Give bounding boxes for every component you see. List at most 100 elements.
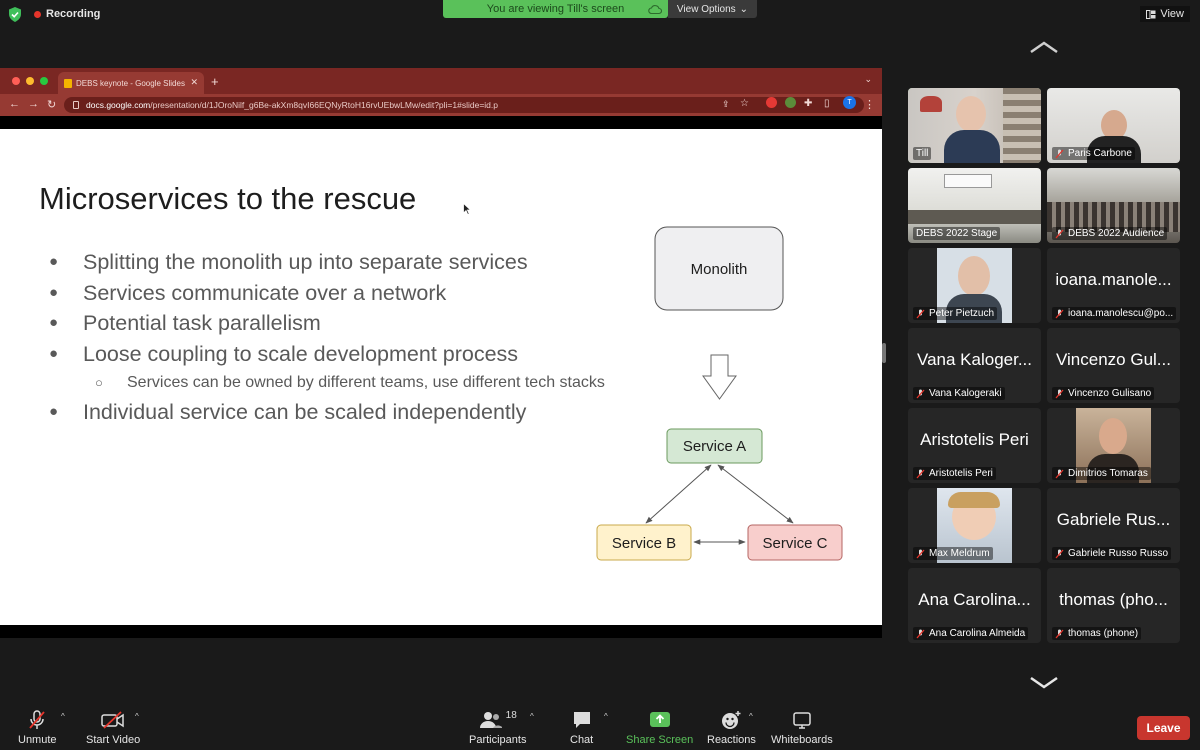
video-tile[interactable]: Till [908, 88, 1041, 163]
mic-off-icon [1055, 629, 1064, 638]
side-panel-icon[interactable]: ▯ [824, 98, 830, 109]
close-tab-icon[interactable]: ✕ [190, 77, 198, 88]
resize-handle[interactable] [882, 343, 886, 363]
video-tile[interactable]: DEBS 2022 Stage [908, 168, 1041, 243]
audio-options-caret-icon[interactable]: ^ [61, 712, 65, 721]
video-tile[interactable]: Aristotelis Peri Aristotelis Peri [908, 408, 1041, 483]
presentation-slide: Microservices to the rescue Splitting th… [0, 129, 882, 625]
browser-tab-bar: DEBS keynote - Google Slides ✕ + ⌄ [0, 68, 882, 94]
video-tile[interactable]: DEBS 2022 Audience [1047, 168, 1180, 243]
chevron-up-icon[interactable] [1029, 40, 1059, 54]
participant-name: DEBS 2022 Audience [1052, 227, 1168, 240]
url-host: docs.google.com [86, 100, 151, 110]
chat-label: Chat [570, 734, 594, 746]
grid-view-icon [1146, 9, 1156, 19]
participant-name: Max Meldrum [913, 547, 993, 560]
shared-screen: DEBS keynote - Google Slides ✕ + ⌄ ← → ↻… [0, 68, 882, 638]
participants-button[interactable]: 18 Participants [469, 710, 526, 746]
video-tile[interactable]: Gabriele Rus... Gabriele Russo Russo [1047, 488, 1180, 563]
video-tile[interactable]: Paris Carbone [1047, 88, 1180, 163]
close-window-icon[interactable] [12, 77, 20, 85]
participant-display-name: thomas (pho... [1059, 590, 1168, 609]
participant-display-name: Aristotelis Peri [920, 430, 1029, 449]
shield-check-icon[interactable] [8, 7, 22, 22]
video-tile[interactable]: Peter Pietzuch [908, 248, 1041, 323]
browser-menu-icon[interactable]: ⋮ [864, 98, 875, 111]
chevron-down-icon[interactable] [1029, 676, 1059, 690]
participant-name: Paris Carbone [1052, 147, 1135, 160]
video-tile[interactable]: Dimitrios Tomaras [1047, 408, 1180, 483]
video-tile[interactable]: ioana.manole... ioana.manolescu@po... [1047, 248, 1180, 323]
record-dot-icon [34, 10, 41, 18]
stage-table [908, 210, 1041, 224]
minimize-window-icon[interactable] [26, 77, 34, 85]
whiteboards-button[interactable]: Whiteboards [771, 710, 833, 746]
participant-name: Gabriele Russo Russo [1052, 547, 1172, 560]
video-tile[interactable]: Ana Carolina... Ana Carolina Almeida [908, 568, 1041, 643]
participant-face [958, 256, 990, 296]
video-tile[interactable]: Max Meldrum [908, 488, 1041, 563]
bookmark-star-icon[interactable]: ☆ [740, 98, 749, 109]
video-off-icon [101, 711, 124, 729]
bookshelf-background [1003, 88, 1041, 163]
participant-display-name: ioana.manole... [1055, 270, 1172, 289]
video-tile[interactable]: Vincenzo Gul... Vincenzo Gulisano [1047, 328, 1180, 403]
participant-name: Till [913, 147, 932, 160]
forward-icon[interactable]: → [28, 98, 39, 110]
meeting-toolbar: Unmute ^ Start Video ^ 18 Participants ^… [0, 706, 1200, 750]
whiteboard-icon [793, 712, 811, 729]
profile-avatar[interactable]: T [843, 96, 856, 109]
participant-display-name: Gabriele Rus... [1056, 510, 1171, 529]
mic-off-icon [916, 389, 925, 398]
recording-indicator[interactable]: Recording [34, 8, 100, 20]
participant-face [956, 96, 986, 132]
start-video-button[interactable]: Start Video [86, 710, 140, 746]
share-page-icon[interactable]: ⇪ [722, 99, 730, 110]
reactions-options-caret-icon[interactable]: ^ [749, 712, 753, 721]
participant-name: Vana Kalogeraki [913, 387, 1005, 400]
monolith-label: Monolith [691, 261, 748, 278]
unmute-button[interactable]: Unmute [18, 710, 57, 746]
video-tile[interactable]: Vana Kaloger... Vana Kalogeraki [908, 328, 1041, 403]
mic-off-icon [29, 710, 45, 729]
whiteboards-label: Whiteboards [771, 734, 833, 746]
back-icon[interactable]: ← [9, 98, 20, 110]
service-c-label: Service C [762, 535, 827, 552]
extensions-puzzle-icon[interactable]: ✚ [804, 98, 812, 109]
google-slides-icon [64, 78, 72, 88]
mic-off-icon [916, 629, 925, 638]
extension-red-icon[interactable] [766, 97, 777, 108]
mic-off-icon [916, 549, 925, 558]
view-options-button[interactable]: View Options ⌄ [668, 0, 757, 18]
new-tab-icon[interactable]: + [211, 74, 219, 89]
participants-options-caret-icon[interactable]: ^ [530, 712, 534, 721]
chat-icon [573, 712, 590, 728]
share-screen-button[interactable]: Share Screen [626, 710, 693, 746]
chevron-down-icon: ⌄ [739, 3, 749, 15]
extension-green-icon[interactable] [785, 97, 796, 108]
tab-search-chevron-icon[interactable]: ⌄ [864, 74, 872, 85]
participants-icon [479, 712, 502, 728]
arrow-a-b [645, 464, 712, 524]
video-options-caret-icon[interactable]: ^ [135, 712, 139, 721]
leave-button[interactable]: Leave [1137, 716, 1190, 740]
cloud-icon [648, 5, 662, 15]
video-tile[interactable]: thomas (pho... thomas (phone) [1047, 568, 1180, 643]
browser-tab-slides[interactable]: DEBS keynote - Google Slides ✕ [58, 72, 204, 94]
start-video-label: Start Video [86, 734, 141, 746]
mic-off-icon [1055, 229, 1064, 238]
participant-name: ioana.manolescu@po... [1052, 307, 1177, 320]
chat-options-caret-icon[interactable]: ^ [604, 712, 608, 721]
participants-count: 18 [505, 710, 517, 721]
view-label: View [1160, 8, 1184, 20]
reload-icon[interactable]: ↻ [47, 98, 56, 111]
chat-button[interactable]: Chat [570, 710, 593, 746]
service-b-label: Service B [612, 535, 676, 552]
tab-title: DEBS keynote - Google Slides [76, 78, 185, 88]
mic-off-icon [916, 469, 925, 478]
viewing-banner-text: You are viewing Till's screen [486, 3, 625, 15]
view-button[interactable]: View [1140, 6, 1190, 22]
unmute-label: Unmute [18, 734, 57, 746]
service-a-label: Service A [683, 438, 746, 455]
maximize-window-icon[interactable] [40, 77, 48, 85]
